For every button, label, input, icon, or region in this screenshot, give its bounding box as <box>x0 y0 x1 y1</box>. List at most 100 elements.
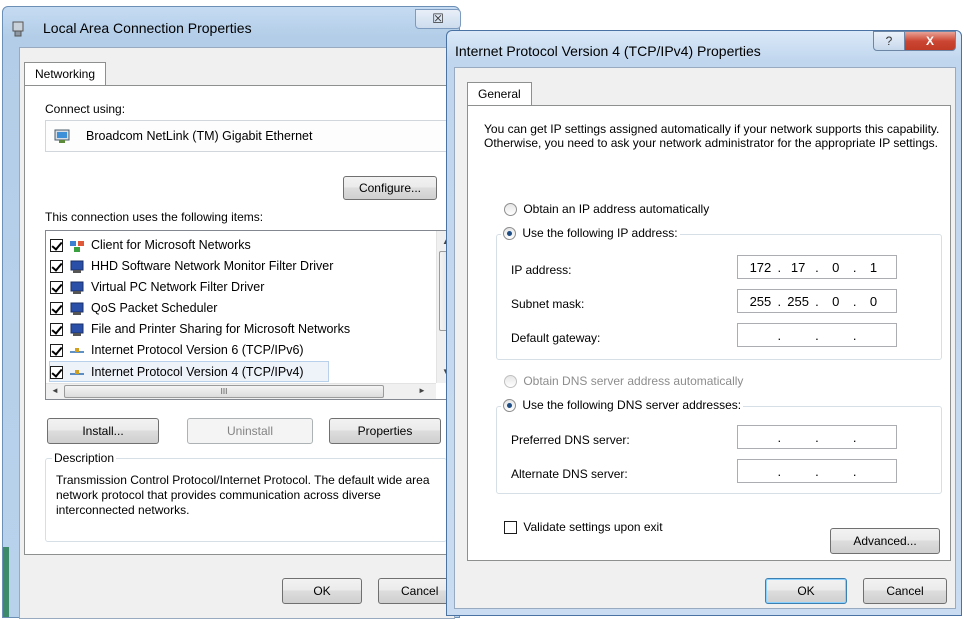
dns-manual-option[interactable]: Use the following DNS server addresses: <box>501 398 744 413</box>
radio-button[interactable] <box>503 399 516 413</box>
ip-dot: . <box>815 429 819 445</box>
checkbox[interactable] <box>50 302 63 316</box>
network-adapter-icon <box>12 21 24 37</box>
close-button[interactable]: X <box>904 31 956 51</box>
local-area-connection-window: Local Area Connection Properties ☒ Netwo… <box>2 6 465 619</box>
list-item[interactable]: Internet Protocol Version 6 (TCP/IPv6) <box>50 340 430 361</box>
item-label: QoS Packet Scheduler <box>90 301 218 315</box>
window-frame-edge <box>3 547 9 617</box>
general-panel: You can get IP settings assigned automat… <box>467 105 951 561</box>
ip-dot: . <box>815 327 819 343</box>
ip-dot: . <box>852 259 857 275</box>
ipv4-properties-window: Internet Protocol Version 4 (TCP/IPv4) P… <box>446 30 962 616</box>
window-title: Local Area Connection Properties <box>43 20 252 36</box>
dns-auto-option: Obtain DNS server address automatically <box>504 374 744 389</box>
ip-octet: 255 <box>749 293 772 309</box>
adapter-name: Broadcom NetLink (TM) Gigabit Ethernet <box>86 129 313 143</box>
network-service-icon <box>70 260 84 273</box>
install-button[interactable]: Install... <box>47 418 159 444</box>
advanced-button[interactable]: Advanced... <box>830 528 940 554</box>
list-item[interactable]: Client for Microsoft Networks <box>50 235 430 256</box>
ip-dot: . <box>852 293 857 309</box>
title-bar[interactable]: Local Area Connection Properties ☒ <box>3 7 461 47</box>
checkbox[interactable] <box>50 366 63 380</box>
dns-pref-input[interactable]: . . . <box>737 425 897 449</box>
dns-group: Use the following DNS server addresses: … <box>496 398 942 494</box>
ip-octet: 172 <box>749 259 772 275</box>
horizontal-scrollbar[interactable]: ◄ III ► <box>46 383 436 399</box>
connect-using-label: Connect using: <box>45 102 126 116</box>
checkbox[interactable] <box>50 323 63 337</box>
items-container: Client for Microsoft Networks HHD Softwa… <box>49 235 430 382</box>
network-service-icon <box>70 281 84 294</box>
network-adapter-icon <box>54 129 70 143</box>
ip-dot: . <box>852 429 857 445</box>
protocol-icon <box>70 369 85 375</box>
client-network-icon <box>70 240 85 252</box>
ip-address-input[interactable]: 172. 17. 0. 1 <box>737 255 897 279</box>
radio-button[interactable] <box>504 203 517 217</box>
tab-general[interactable]: General <box>467 82 532 106</box>
description-title: Description <box>52 451 117 465</box>
ip-dot: . <box>777 327 782 343</box>
checkbox[interactable] <box>50 239 63 253</box>
ip-dot: . <box>777 463 782 479</box>
item-label: File and Printer Sharing for Microsoft N… <box>90 322 351 336</box>
ip-dot: . <box>777 293 782 309</box>
ok-button[interactable]: OK <box>282 578 362 604</box>
validate-checkbox[interactable] <box>504 521 517 535</box>
checkbox[interactable] <box>50 344 63 358</box>
list-item[interactable]: File and Printer Sharing for Microsoft N… <box>50 319 430 340</box>
dns-manual-label: Use the following DNS server addresses: <box>522 398 742 412</box>
tab-networking[interactable]: Networking <box>24 62 107 86</box>
ip-octet: 17 <box>790 259 806 275</box>
ip-dot: . <box>815 293 819 309</box>
item-label: Internet Protocol Version 4 (TCP/IPv4) <box>90 365 304 379</box>
list-item-selected[interactable]: Internet Protocol Version 4 (TCP/IPv4) <box>49 361 329 382</box>
list-item[interactable]: QoS Packet Scheduler <box>50 298 430 319</box>
dialog-client-area: Networking Connect using: Broadcom NetLi… <box>19 47 465 619</box>
configure-button[interactable]: Configure... <box>343 176 437 200</box>
subnet-input[interactable]: 255. 255. 0. 0 <box>737 289 897 313</box>
list-item[interactable]: HHD Software Network Monitor Filter Driv… <box>50 256 430 277</box>
scroll-thumb[interactable]: III <box>64 385 384 398</box>
cancel-button[interactable]: Cancel <box>863 578 947 604</box>
ip-auto-label: Obtain an IP address automatically <box>523 202 710 216</box>
item-label: Virtual PC Network Filter Driver <box>90 280 265 294</box>
scroll-left-icon[interactable]: ◄ <box>51 386 59 395</box>
subnet-label: Subnet mask: <box>511 297 585 311</box>
gateway-input[interactable]: . . . <box>737 323 897 347</box>
scroll-right-icon[interactable]: ► <box>418 386 426 395</box>
ip-dot: . <box>777 259 782 275</box>
window-title: Internet Protocol Version 4 (TCP/IPv4) P… <box>455 43 761 59</box>
items-label: This connection uses the following items… <box>45 210 264 224</box>
ip-octet: 0 <box>832 293 840 309</box>
dns-alt-input[interactable]: . . . <box>737 459 897 483</box>
help-button[interactable]: ? <box>873 31 905 51</box>
description-text: Transmission Control Protocol/Internet P… <box>56 473 430 517</box>
ip-manual-label: Use the following IP address: <box>522 226 678 240</box>
radio-button <box>504 375 517 389</box>
dns-auto-label: Obtain DNS server address automatically <box>523 374 744 388</box>
validate-label: Validate settings upon exit <box>523 520 663 534</box>
ip-octet: 1 <box>869 259 878 275</box>
networking-panel: Connect using: Broadcom NetLink (TM) Gig… <box>24 85 465 555</box>
properties-button[interactable]: Properties <box>329 418 441 444</box>
validate-option[interactable]: Validate settings upon exit <box>504 520 663 535</box>
ip-manual-option[interactable]: Use the following IP address: <box>501 226 680 241</box>
checkbox[interactable] <box>50 260 63 274</box>
item-label: Client for Microsoft Networks <box>90 238 251 252</box>
title-bar[interactable]: Internet Protocol Version 4 (TCP/IPv4) P… <box>447 31 961 65</box>
ip-auto-option[interactable]: Obtain an IP address automatically <box>504 202 710 217</box>
checkbox[interactable] <box>50 281 63 295</box>
radio-button[interactable] <box>503 227 516 241</box>
item-label: HHD Software Network Monitor Filter Driv… <box>90 259 334 273</box>
ip-dot: . <box>852 327 857 343</box>
close-button[interactable]: ☒ <box>415 9 461 29</box>
ok-button[interactable]: OK <box>765 578 847 604</box>
network-service-icon <box>70 323 84 336</box>
ip-address-label: IP address: <box>511 263 572 277</box>
network-service-icon <box>70 302 84 315</box>
list-item[interactable]: Virtual PC Network Filter Driver <box>50 277 430 298</box>
intro-text: You can get IP settings assigned automat… <box>484 122 940 150</box>
